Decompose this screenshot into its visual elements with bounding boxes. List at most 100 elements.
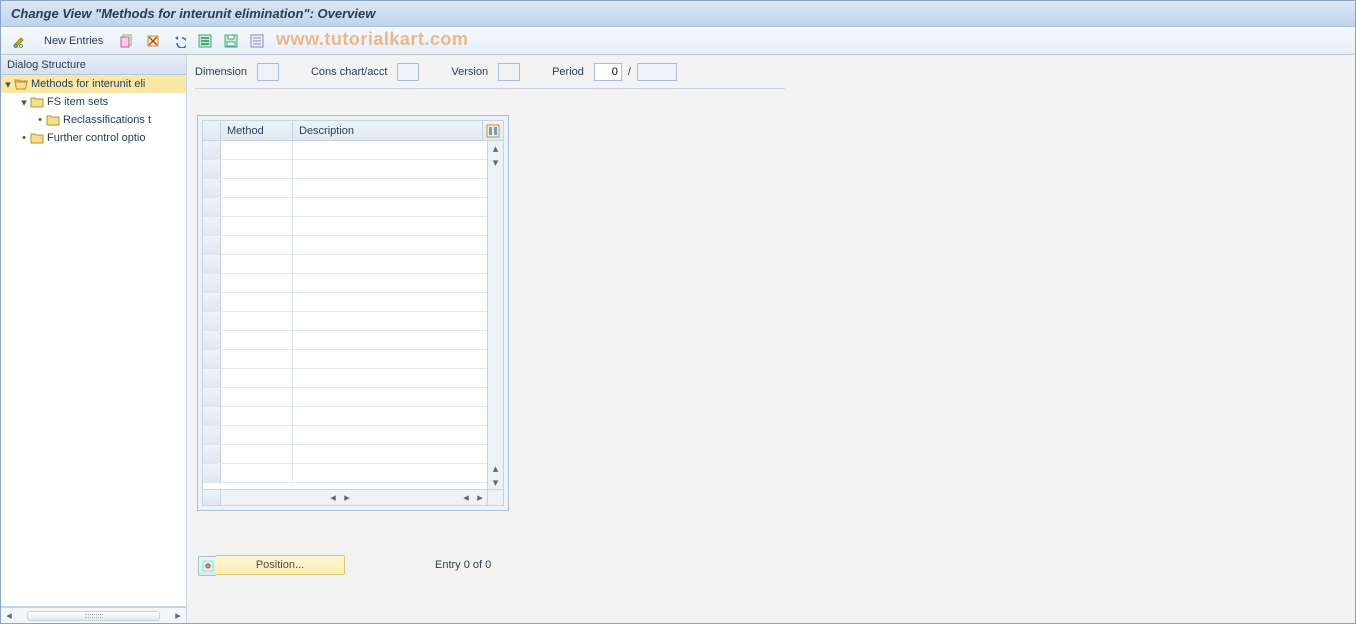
deselect-all-button[interactable] bbox=[246, 30, 268, 52]
table-row[interactable] bbox=[203, 388, 503, 407]
table-row[interactable] bbox=[203, 426, 503, 445]
position-pin-button[interactable] bbox=[198, 556, 216, 576]
cell-method[interactable] bbox=[221, 312, 293, 330]
sidebar-hscroll[interactable]: ◂ ▸ bbox=[1, 607, 186, 623]
cell-method[interactable] bbox=[221, 464, 293, 482]
row-selector[interactable] bbox=[203, 141, 221, 159]
configure-columns-button[interactable] bbox=[483, 121, 503, 140]
cell-method[interactable] bbox=[221, 198, 293, 216]
cell-description[interactable] bbox=[293, 464, 503, 482]
cell-method[interactable] bbox=[221, 160, 293, 178]
cell-description[interactable] bbox=[293, 179, 503, 197]
cell-description[interactable] bbox=[293, 388, 503, 406]
scroll-left-icon[interactable]: ◂ bbox=[326, 490, 340, 505]
cell-method[interactable] bbox=[221, 255, 293, 273]
cell-description[interactable] bbox=[293, 160, 503, 178]
scroll-thumb[interactable] bbox=[27, 611, 160, 621]
position-button[interactable]: Position... bbox=[215, 555, 345, 575]
cell-method[interactable] bbox=[221, 350, 293, 368]
cell-method[interactable] bbox=[221, 407, 293, 425]
table-row[interactable] bbox=[203, 350, 503, 369]
cell-method[interactable] bbox=[221, 445, 293, 463]
cell-description[interactable] bbox=[293, 369, 503, 387]
cell-method[interactable] bbox=[221, 331, 293, 349]
new-entries-button[interactable]: New Entries bbox=[35, 30, 112, 52]
row-selector[interactable] bbox=[203, 445, 221, 463]
scroll-up-small-icon[interactable]: ▴ bbox=[488, 461, 503, 475]
cell-description[interactable] bbox=[293, 255, 503, 273]
row-selector[interactable] bbox=[203, 198, 221, 216]
cell-method[interactable] bbox=[221, 179, 293, 197]
undo-button[interactable] bbox=[168, 30, 190, 52]
delete-button[interactable] bbox=[142, 30, 164, 52]
dimension-input[interactable] bbox=[257, 63, 279, 81]
row-selector[interactable] bbox=[203, 293, 221, 311]
grid-vscroll[interactable]: ▴ ▾ ▴ ▾ bbox=[487, 141, 503, 489]
cell-method[interactable] bbox=[221, 293, 293, 311]
scroll-right-icon[interactable]: ▸ bbox=[473, 490, 487, 505]
table-row[interactable] bbox=[203, 274, 503, 293]
table-row[interactable] bbox=[203, 179, 503, 198]
cell-method[interactable] bbox=[221, 426, 293, 444]
row-selector[interactable] bbox=[203, 464, 221, 482]
chevron-down-icon[interactable]: ▾ bbox=[19, 96, 29, 109]
row-selector[interactable] bbox=[203, 160, 221, 178]
select-all-header[interactable] bbox=[203, 121, 221, 140]
cell-description[interactable] bbox=[293, 426, 503, 444]
table-row[interactable] bbox=[203, 255, 503, 274]
table-row[interactable] bbox=[203, 160, 503, 179]
row-selector[interactable] bbox=[203, 312, 221, 330]
copy-button[interactable] bbox=[116, 30, 138, 52]
tree-item-methods[interactable]: ▾ Methods for interunit eli bbox=[1, 75, 186, 93]
table-row[interactable] bbox=[203, 198, 503, 217]
row-selector[interactable] bbox=[203, 388, 221, 406]
cell-description[interactable] bbox=[293, 350, 503, 368]
row-selector[interactable] bbox=[203, 255, 221, 273]
tree-item-further-control[interactable]: • Further control optio bbox=[1, 129, 186, 147]
tree-item-fs-item-sets[interactable]: ▾ FS item sets bbox=[1, 93, 186, 111]
row-selector[interactable] bbox=[203, 179, 221, 197]
table-row[interactable] bbox=[203, 293, 503, 312]
cell-description[interactable] bbox=[293, 274, 503, 292]
scroll-up-icon[interactable]: ▴ bbox=[488, 141, 503, 155]
scroll-down-small-icon[interactable]: ▾ bbox=[488, 155, 503, 169]
scroll-right-icon[interactable]: ▸ bbox=[340, 490, 354, 505]
scroll-left-icon[interactable]: ◂ bbox=[3, 610, 15, 622]
table-row[interactable] bbox=[203, 464, 503, 483]
table-row[interactable] bbox=[203, 312, 503, 331]
cell-description[interactable] bbox=[293, 236, 503, 254]
row-selector[interactable] bbox=[203, 350, 221, 368]
grid-hscroll[interactable]: ◂ ▸ ◂ ▸ bbox=[203, 489, 503, 505]
table-row[interactable] bbox=[203, 407, 503, 426]
period-input-1[interactable] bbox=[594, 63, 622, 81]
row-selector[interactable] bbox=[203, 331, 221, 349]
row-selector[interactable] bbox=[203, 369, 221, 387]
table-row[interactable] bbox=[203, 369, 503, 388]
cell-description[interactable] bbox=[293, 331, 503, 349]
row-selector[interactable] bbox=[203, 426, 221, 444]
tree-item-reclassifications[interactable]: • Reclassifications t bbox=[1, 111, 186, 129]
cell-description[interactable] bbox=[293, 407, 503, 425]
select-all-button[interactable] bbox=[194, 30, 216, 52]
chevron-down-icon[interactable]: ▾ bbox=[3, 78, 13, 91]
scroll-right-icon[interactable]: ▸ bbox=[172, 610, 184, 622]
scroll-left-icon[interactable]: ◂ bbox=[459, 490, 473, 505]
cons-chart-input[interactable] bbox=[397, 63, 419, 81]
cell-method[interactable] bbox=[221, 388, 293, 406]
row-selector[interactable] bbox=[203, 274, 221, 292]
cell-method[interactable] bbox=[221, 217, 293, 235]
table-row[interactable] bbox=[203, 445, 503, 464]
cell-description[interactable] bbox=[293, 198, 503, 216]
cell-description[interactable] bbox=[293, 141, 503, 159]
table-row[interactable] bbox=[203, 236, 503, 255]
version-input[interactable] bbox=[498, 63, 520, 81]
hscroll-track-2[interactable] bbox=[354, 490, 459, 505]
row-selector[interactable] bbox=[203, 236, 221, 254]
save-button[interactable] bbox=[220, 30, 242, 52]
table-row[interactable] bbox=[203, 331, 503, 350]
column-method[interactable]: Method bbox=[221, 121, 293, 140]
cell-method[interactable] bbox=[221, 141, 293, 159]
column-description[interactable]: Description bbox=[293, 121, 483, 140]
table-row[interactable] bbox=[203, 141, 503, 160]
scroll-down-icon[interactable]: ▾ bbox=[488, 475, 503, 489]
